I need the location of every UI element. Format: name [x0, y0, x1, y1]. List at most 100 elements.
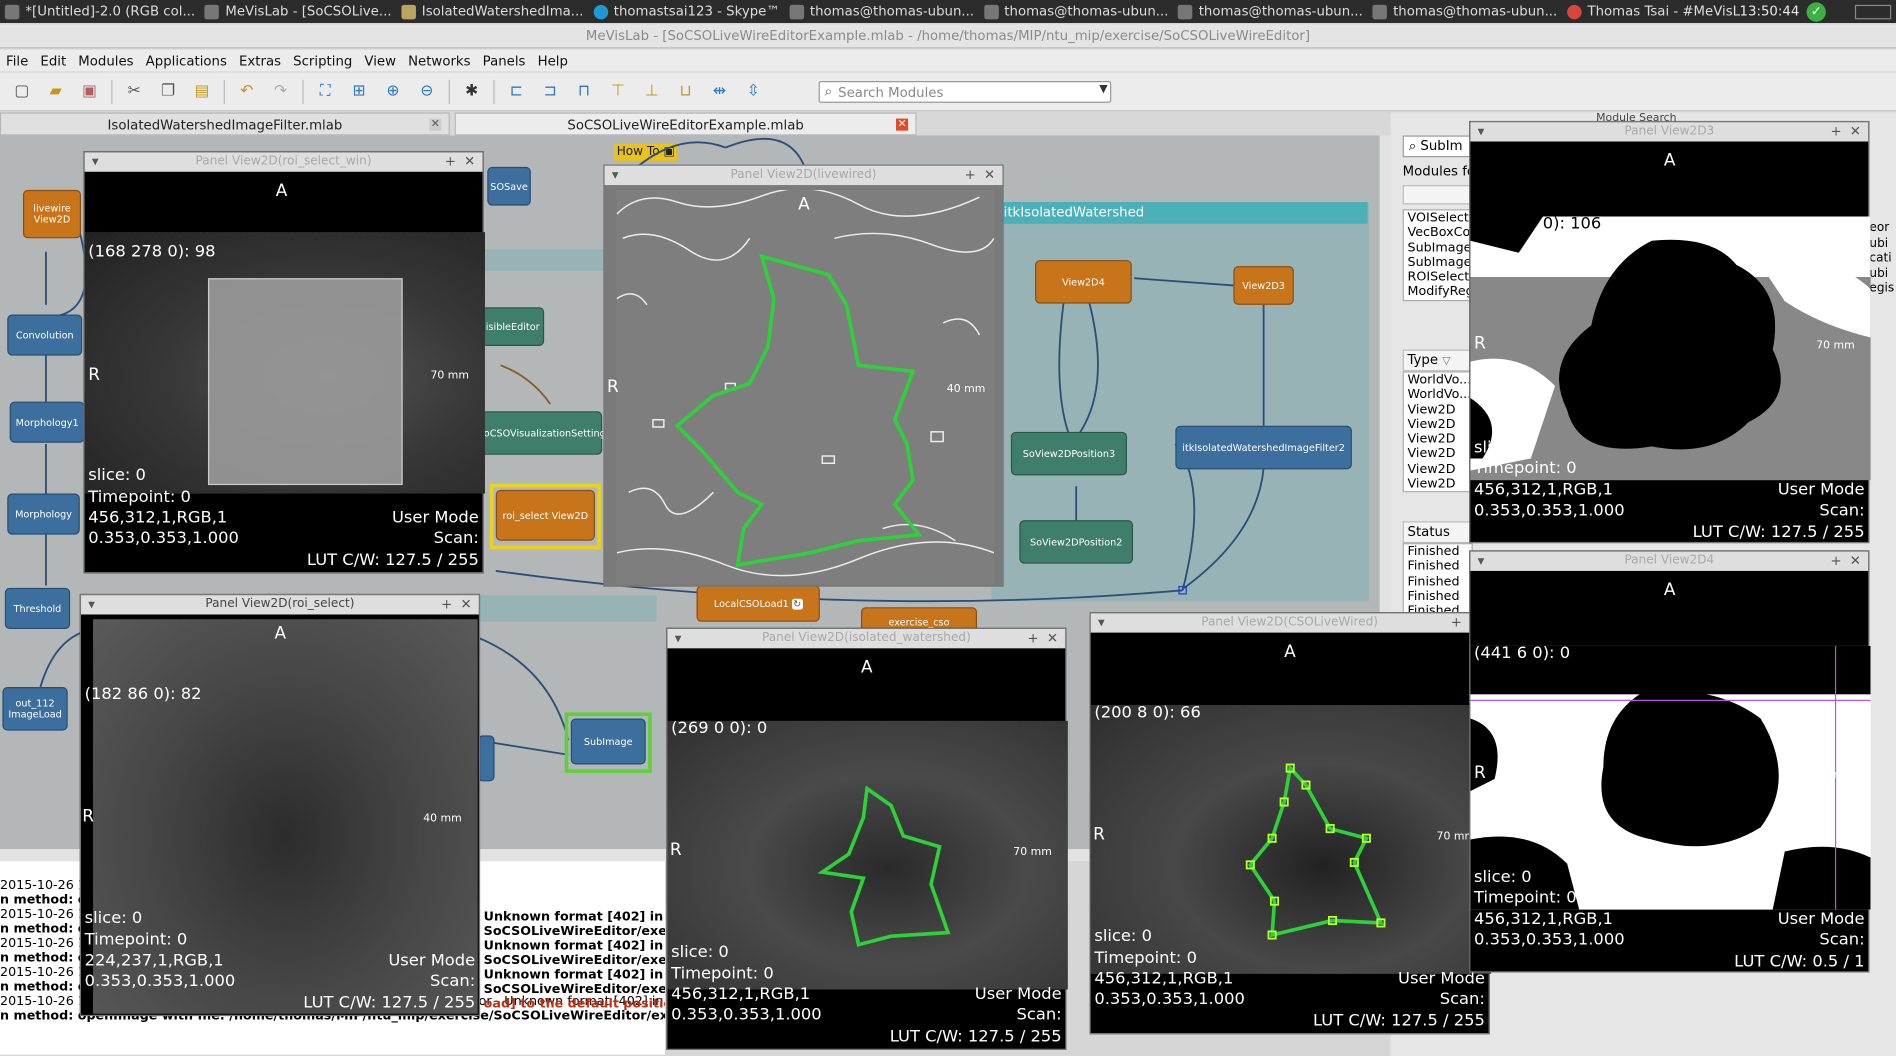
menu-icon[interactable]: ▾: [92, 152, 99, 171]
module-search-input[interactable]: ⌕ SubIm: [1402, 135, 1473, 158]
menu-networks[interactable]: Networks: [402, 53, 477, 69]
refresh-icon[interactable]: ↻: [791, 598, 803, 610]
list-item[interactable]: ModifyReg: [1408, 285, 1472, 300]
node-socso-visualization[interactable]: SoCSOVisualizationSetting: [478, 411, 606, 455]
menu-edit[interactable]: Edit: [34, 53, 72, 69]
node-view2d3[interactable]: View2D3: [1233, 266, 1294, 305]
zoom-in-icon[interactable]: ⊕: [380, 78, 407, 105]
node-out112-imageload[interactable]: out_112 ImageLoad: [2, 687, 68, 731]
taskbar-item-filemanager[interactable]: IsolatedWatershedIma...: [396, 0, 588, 23]
node-soview2d-position3[interactable]: SoView2DPosition3: [1010, 431, 1127, 476]
menu-modules[interactable]: Modules: [72, 53, 139, 69]
viewer-title[interactable]: Panel View2D(roi_select_win): [84, 152, 483, 172]
align-center-icon[interactable]: ⊐: [537, 78, 564, 105]
node-threshold[interactable]: Threshold: [4, 587, 71, 629]
list-item[interactable]: View2D: [1408, 417, 1472, 432]
node-itk-isolated-watershed-filter2[interactable]: itkIsolatedWatershedImageFilter2: [1175, 425, 1352, 470]
viewer-title[interactable]: Panel View2D(roi_select): [81, 595, 479, 615]
menu-view[interactable]: View: [358, 53, 402, 69]
distribute-v-icon[interactable]: ⇳: [740, 78, 767, 105]
list-item[interactable]: SubImage: [1408, 240, 1472, 255]
float-icon[interactable]: +: [441, 595, 452, 614]
taskbar-item-chrome[interactable]: Thomas Tsai - #MeVisL...: [1562, 0, 1757, 23]
menu-icon[interactable]: ▾: [1478, 122, 1485, 141]
taskbar-item-terminal-1[interactable]: thomas@thomas-ubun...: [785, 0, 979, 23]
node-roi-select-view2d[interactable]: roi_select View2D: [495, 489, 595, 541]
type-header[interactable]: Type ▽: [1402, 349, 1473, 372]
new-file-icon[interactable]: ▢: [8, 78, 35, 105]
float-icon[interactable]: +: [1028, 629, 1039, 648]
status-header[interactable]: Status: [1402, 521, 1473, 544]
viewer-cso-livewired[interactable]: Panel View2D(CSOLiveWired) ▾ + ✕ A (200 …: [1089, 612, 1491, 1035]
list-item[interactable]: VOISelect2: [1408, 210, 1472, 225]
menu-scripting[interactable]: Scripting: [287, 53, 358, 69]
chevron-down-icon[interactable]: ▼: [1099, 83, 1107, 95]
fit-all-icon[interactable]: ⛶: [312, 78, 339, 105]
list-item[interactable]: View2D: [1408, 477, 1472, 491]
menu-icon[interactable]: ▾: [612, 166, 619, 185]
modules-list[interactable]: VOISelect2 VecBoxCo SubImage SubImage RO…: [1402, 209, 1473, 302]
float-icon[interactable]: +: [1451, 613, 1462, 632]
menu-icon[interactable]: ▾: [88, 595, 95, 614]
menu-file[interactable]: File: [0, 53, 34, 69]
viewer-roi-select-win[interactable]: Panel View2D(roi_select_win) ▾ + ✕ A (16…: [83, 151, 485, 574]
align-left-icon[interactable]: ⊏: [503, 78, 530, 105]
node-morphology1[interactable]: Morphology1: [9, 401, 85, 443]
type-list[interactable]: WorldVo... WorldVo... View2D View2D View…: [1402, 371, 1473, 493]
menu-applications[interactable]: Applications: [140, 53, 233, 69]
list-item[interactable]: SubImage: [1408, 255, 1472, 270]
close-icon[interactable]: ✕: [1850, 122, 1861, 141]
close-icon[interactable]: ✕: [1047, 629, 1058, 648]
menu-icon[interactable]: ▾: [1098, 613, 1105, 632]
list-item[interactable]: ROISelect: [1408, 270, 1472, 285]
taskbar-item-gimp[interactable]: *[Untitled]-2.0 (RGB col...: [0, 0, 200, 23]
node-morphology[interactable]: Morphology: [7, 493, 80, 535]
viewer-view2d3[interactable]: Panel View2D3 ▾ + ✕ A (20 219 0): 106 R …: [1469, 120, 1871, 544]
module-search-field[interactable]: ⌕ Search Modules ▼: [818, 81, 1112, 103]
list-item[interactable]: View2D: [1408, 432, 1472, 447]
tab-isolated-watershed[interactable]: IsolatedWatershedImageFilter.mlab ✕: [0, 112, 450, 136]
save-icon[interactable]: ▣: [76, 78, 103, 105]
node-local-cso-load1[interactable]: LocalCSOLoad1 ↻: [696, 585, 820, 622]
taskbar-item-mevislab[interactable]: MeVisLab - [SoCSOLive...: [200, 0, 396, 23]
zoom-out-icon[interactable]: ⊖: [414, 78, 441, 105]
list-item[interactable]: VecBoxCo: [1408, 225, 1472, 240]
close-icon[interactable]: ✕: [464, 152, 475, 171]
update-icon[interactable]: ✓: [1806, 1, 1826, 22]
distribute-h-icon[interactable]: ⇹: [706, 78, 733, 105]
float-icon[interactable]: +: [965, 166, 976, 185]
close-icon[interactable]: ✕: [984, 166, 995, 185]
node-view2d4[interactable]: View2D4: [1035, 260, 1132, 304]
viewer-isolated-watershed[interactable]: Panel View2D(isolated_watershed) ▾ + ✕ A…: [666, 627, 1068, 1050]
viewer-livewired[interactable]: Panel View2D(livewired) ▾ + ✕ A R 40 mm: [603, 164, 1004, 587]
redo-icon[interactable]: ↷: [267, 78, 294, 105]
align-bottom-icon[interactable]: ⊔: [672, 78, 699, 105]
node-livewire-view2d[interactable]: livewire View2D: [22, 189, 82, 239]
viewer-title[interactable]: Panel View2D3: [1470, 122, 1869, 142]
paste-icon[interactable]: ▤: [189, 78, 216, 105]
node-sosave[interactable]: SOSave: [487, 166, 531, 206]
float-icon[interactable]: +: [1830, 552, 1841, 571]
roi-box[interactable]: [207, 278, 403, 486]
close-icon[interactable]: ✕: [896, 118, 909, 131]
undo-icon[interactable]: ↶: [233, 78, 260, 105]
align-right-icon[interactable]: ⊓: [571, 78, 598, 105]
tab-socso-livewire[interactable]: SoCSOLiveWireEditorExample.mlab ✕: [454, 112, 917, 136]
list-item[interactable]: WorldVo...: [1408, 387, 1472, 402]
taskbar-item-skype[interactable]: thomastsai123 - Skype™: [588, 0, 784, 23]
float-icon[interactable]: +: [445, 152, 456, 171]
node-convolution[interactable]: Convolution: [7, 314, 83, 356]
display-icon[interactable]: [1854, 4, 1892, 19]
close-icon[interactable]: ✕: [460, 595, 471, 614]
menu-icon[interactable]: ▾: [1478, 552, 1485, 571]
open-folder-icon[interactable]: ▰: [42, 78, 69, 105]
taskbar-item-terminal-2[interactable]: thomas@thomas-ubun...: [979, 0, 1173, 23]
viewer-title[interactable]: Panel View2D(isolated_watershed): [667, 628, 1066, 649]
node-subimage[interactable]: SubImage: [570, 718, 646, 765]
menu-help[interactable]: Help: [532, 53, 574, 69]
taskbar-item-terminal-4[interactable]: thomas@thomas-ubun...: [1368, 0, 1562, 23]
viewer-roi-select[interactable]: Panel View2D(roi_select) ▾ + ✕ A (182 86…: [79, 593, 481, 1017]
list-item[interactable]: View2D: [1408, 402, 1472, 417]
align-top-icon[interactable]: ⊤: [605, 78, 632, 105]
viewer-view2d4[interactable]: Panel View2D4 ▾ + ✕ A (441 6 0): 0 R 70 …: [1469, 550, 1871, 973]
